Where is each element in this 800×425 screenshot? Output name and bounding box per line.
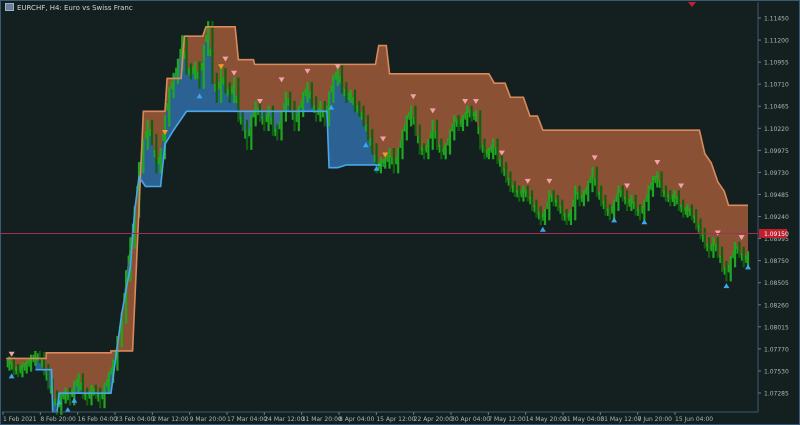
time-tick-label: 31 May 12:00 [600,416,641,423]
price-tick-label: 1.07285 [764,391,789,398]
price-tick-label: 1.07530 [764,368,789,375]
time-tick-label: 16 Feb 04:00 [78,416,118,423]
price-tick-label: 1.10465 [764,104,789,111]
scroll-marker-icon[interactable] [688,2,696,7]
price-tick-label: 1.08505 [764,280,789,287]
price-tick-label: 1.08750 [764,258,789,265]
price-tick-label: 1.10710 [764,82,789,89]
price-tick-label: 1.09975 [764,148,789,155]
price-tick-label: 1.07770 [764,346,789,353]
time-tick-label: 9 Mar 20:00 [190,416,226,423]
price-tick-label: 1.11450 [764,16,789,23]
price-tick-label: 1.11200 [764,38,789,45]
time-tick-label: 31 Mar 20:00 [302,416,342,423]
current-price-label: 1.09150 [764,231,789,238]
time-tick-label: 30 Apr 04:00 [451,416,490,423]
up-arrow-icon [723,283,730,289]
price-axis: 1.11450 1.11200 1.10955 1.10710 1.10465 1.102… [758,16,789,398]
time-tick-label: 8 Feb 20:00 [40,416,76,423]
down-arrow-icon [8,351,15,357]
time-tick-label: 21 May 04:00 [563,416,604,423]
up-arrow-icon [611,217,618,223]
up-arrow-icon [641,219,648,225]
time-tick-label: 7 Jun 20:00 [638,416,672,423]
price-tick-label: 1.09730 [764,170,789,177]
price-tick-label: 1.10220 [764,126,789,133]
price-tick-label: 1.09485 [764,192,789,199]
time-tick-label: 17 Mar 04:00 [227,416,267,423]
up-arrow-icon [539,226,546,232]
up-arrow-icon [64,407,71,413]
price-tick-label: 1.09240 [764,214,789,221]
up-arrow-icon [745,264,751,270]
time-tick-label: 14 May 20:00 [526,416,567,423]
price-tick-label: 1.10955 [764,60,789,67]
up-arrow-icon [71,397,78,403]
time-tick-label: 15 Apr 12:00 [376,416,415,423]
time-tick-label: 7 May 12:00 [488,416,526,423]
time-tick-label: 1 Feb 2021 [3,416,37,423]
time-tick-label: 2 Mar 12:00 [152,416,188,423]
time-tick-label: 22 Apr 20:00 [414,416,453,423]
time-tick-label: 15 Jun 04:00 [675,416,713,423]
price-chart[interactable]: 1.11450 1.11200 1.10955 1.10710 1.10465 1.102… [0,0,800,425]
time-axis: 1 Feb 2021 8 Feb 20:00 16 Feb 04:0023 Feb … [2,412,713,423]
price-tick-label: 1.08015 [764,324,789,331]
time-tick-label: 23 Feb 04:00 [115,416,155,423]
price-tick-label: 1.08260 [764,302,789,309]
time-tick-label: 24 Mar 12:00 [264,416,304,423]
time-tick-label: 8 Apr 04:00 [339,416,374,423]
